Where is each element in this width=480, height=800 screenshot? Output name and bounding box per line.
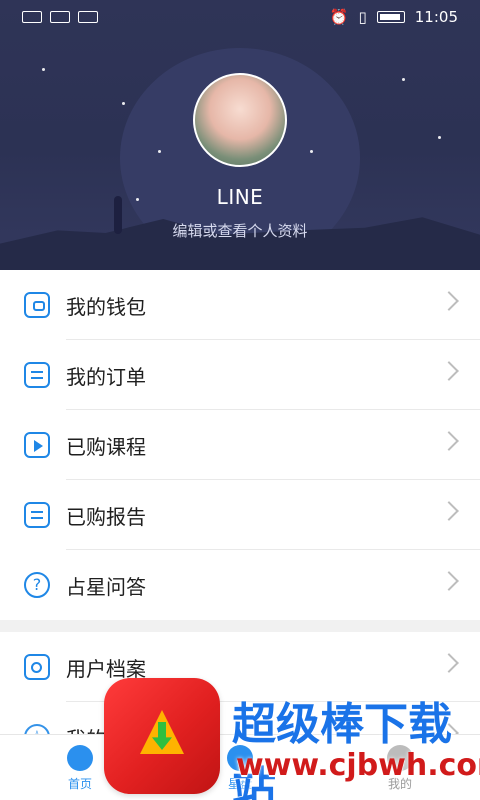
menu-item-purchased-reports[interactable]: 已购报告 — [0, 480, 480, 550]
tab-label: 首页 — [67, 777, 92, 791]
watermark-logo-icon — [104, 678, 220, 794]
home-icon — [67, 745, 93, 771]
status-time: 11:05 — [414, 8, 458, 26]
menu-item-wallet[interactable]: 我的钱包 — [0, 270, 480, 340]
star-decoration — [310, 150, 313, 153]
star-decoration — [158, 150, 161, 153]
battery-icon — [376, 11, 405, 23]
status-left — [22, 11, 98, 23]
menu-item-label: 我的钱包 — [66, 294, 146, 319]
question-icon — [24, 572, 50, 598]
menu-item-label: 占星问答 — [66, 574, 146, 599]
chevron-right-icon — [439, 431, 459, 451]
section-gap — [0, 620, 480, 632]
report-icon — [24, 502, 50, 528]
profile-icon — [24, 654, 50, 680]
alarm-icon: ⏰ — [329, 8, 349, 26]
chevron-right-icon — [439, 501, 459, 521]
star-decoration — [438, 136, 441, 139]
chevron-right-icon — [439, 571, 459, 591]
menu-item-label: 已购报告 — [66, 504, 146, 529]
chevron-right-icon — [439, 361, 459, 381]
menu-item-orders[interactable]: 我的订单 — [0, 340, 480, 410]
star-decoration — [402, 78, 405, 81]
menu-item-purchased-courses[interactable]: 已购课程 — [0, 410, 480, 480]
menu-item-label: 我的订单 — [66, 364, 146, 389]
star-decoration — [42, 68, 45, 71]
play-icon — [24, 432, 50, 458]
wifi-icon — [78, 11, 98, 23]
watermark-url: www.cjbwh.com — [236, 748, 480, 783]
avatar[interactable] — [193, 73, 287, 167]
signal-icon — [50, 11, 70, 23]
vibrate-icon: ▯ — [358, 8, 367, 26]
profile-header: LINE 编辑或查看个人资料 — [0, 0, 480, 270]
status-right: ⏰ ▯ 11:05 — [330, 8, 458, 26]
order-icon — [24, 362, 50, 388]
chevron-right-icon — [439, 653, 459, 673]
watermark-title: 超级棒下载站 — [232, 699, 452, 800]
menu-item-label: 已购课程 — [66, 434, 146, 459]
star-decoration — [122, 102, 125, 105]
menu-item-astrology-qa[interactable]: 占星问答 — [0, 550, 480, 620]
edit-profile-hint[interactable]: 编辑或查看个人资料 — [0, 220, 480, 241]
chevron-right-icon — [439, 291, 459, 311]
username[interactable]: LINE — [0, 185, 480, 209]
status-bar: ⏰ ▯ 11:05 — [0, 0, 480, 34]
wallet-icon — [24, 292, 50, 318]
profile-screen: LINE 编辑或查看个人资料 ⏰ ▯ 11:05 我的钱包 我的订单 已购课程 … — [0, 0, 480, 800]
sim-icon — [22, 11, 42, 23]
